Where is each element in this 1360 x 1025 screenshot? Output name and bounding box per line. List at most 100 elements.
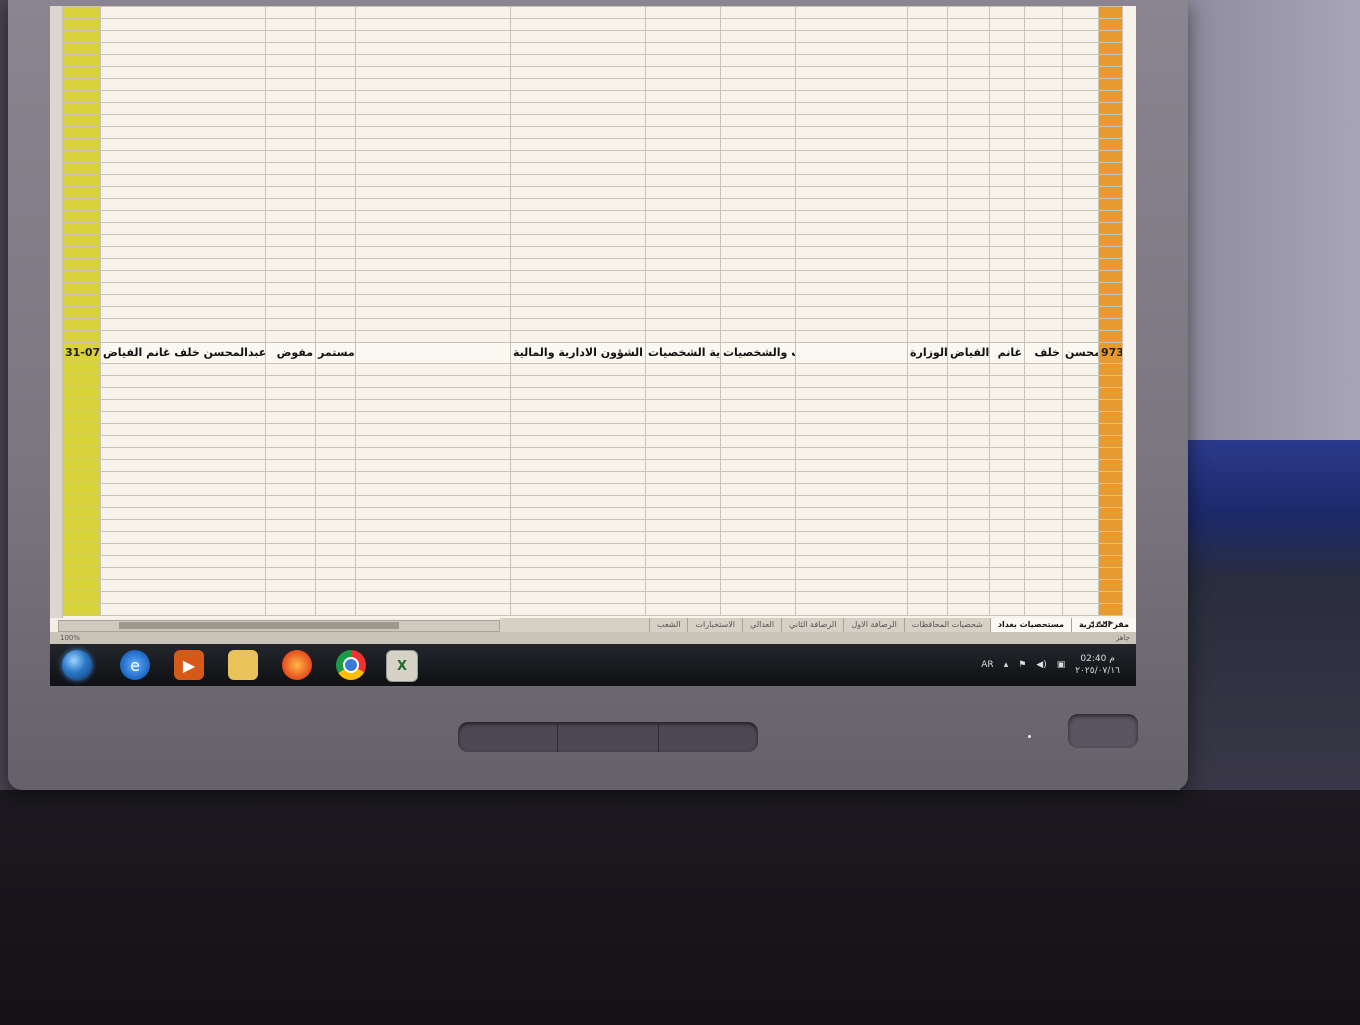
tab-sheet-6[interactable]: العدالي	[742, 618, 781, 632]
table-cell[interactable]	[62, 459, 101, 472]
table-cell[interactable]	[1062, 258, 1099, 271]
table-cell[interactable]	[907, 387, 948, 400]
table-cell[interactable]	[62, 258, 101, 271]
table-cell[interactable]	[907, 18, 948, 31]
table-cell[interactable]	[720, 459, 796, 472]
table-cell[interactable]	[100, 246, 266, 259]
table-cell[interactable]	[947, 126, 990, 139]
table-cell[interactable]	[100, 114, 266, 127]
table-cell[interactable]	[315, 174, 356, 187]
table-cell[interactable]	[100, 423, 266, 436]
table-cell[interactable]	[1024, 519, 1063, 532]
table-cell[interactable]	[1024, 222, 1063, 235]
table-cell[interactable]	[795, 603, 908, 616]
table-cell[interactable]	[62, 495, 101, 508]
table-cell[interactable]	[645, 603, 721, 616]
table-cell[interactable]	[1024, 579, 1063, 592]
chrome-icon[interactable]	[336, 650, 366, 680]
table-row[interactable]	[62, 270, 1123, 283]
table-cell[interactable]	[947, 363, 990, 376]
table-cell[interactable]	[1098, 270, 1123, 283]
table-cell[interactable]	[265, 507, 316, 520]
table-cell[interactable]	[62, 306, 101, 319]
table-cell[interactable]	[100, 90, 266, 103]
table-cell[interactable]	[645, 306, 721, 319]
table-cell[interactable]	[795, 234, 908, 247]
table-cell[interactable]	[265, 603, 316, 616]
table-cell[interactable]	[795, 471, 908, 484]
table-cell[interactable]	[645, 318, 721, 331]
table-cell[interactable]	[100, 330, 266, 343]
table-row[interactable]	[62, 447, 1123, 460]
table-cell[interactable]	[720, 66, 796, 79]
table-cell[interactable]	[720, 555, 796, 568]
table-cell[interactable]	[795, 399, 908, 412]
table-cell[interactable]	[265, 294, 316, 307]
table-cell[interactable]	[795, 282, 908, 295]
cell-surname[interactable]: الفياض	[947, 342, 990, 364]
table-cell[interactable]	[265, 306, 316, 319]
table-cell[interactable]	[947, 399, 990, 412]
table-cell[interactable]	[100, 471, 266, 484]
table-cell[interactable]	[947, 330, 990, 343]
table-row[interactable]	[62, 42, 1123, 55]
table-cell[interactable]	[355, 507, 511, 520]
table-cell[interactable]	[645, 495, 721, 508]
table-cell[interactable]	[989, 507, 1025, 520]
table-cell[interactable]	[1098, 6, 1123, 19]
table-cell[interactable]	[1062, 318, 1099, 331]
table-cell[interactable]	[1098, 258, 1123, 271]
table-cell[interactable]	[720, 90, 796, 103]
table-cell[interactable]	[315, 198, 356, 211]
table-cell[interactable]	[1098, 483, 1123, 496]
table-cell[interactable]	[355, 270, 511, 283]
table-cell[interactable]	[645, 162, 721, 175]
table-cell[interactable]	[1024, 459, 1063, 472]
table-cell[interactable]	[645, 126, 721, 139]
table-cell[interactable]	[315, 567, 356, 580]
table-cell[interactable]	[947, 222, 990, 235]
table-cell[interactable]	[62, 66, 101, 79]
table-cell[interactable]	[907, 495, 948, 508]
table-cell[interactable]	[907, 234, 948, 247]
table-cell[interactable]	[1062, 126, 1099, 139]
table-cell[interactable]	[989, 54, 1025, 67]
table-cell[interactable]	[100, 363, 266, 376]
table-cell[interactable]	[510, 6, 646, 19]
media-player-icon[interactable]: ▶	[174, 650, 204, 680]
table-cell[interactable]	[62, 174, 101, 187]
table-cell[interactable]	[795, 246, 908, 259]
table-cell[interactable]	[265, 174, 316, 187]
table-cell[interactable]	[795, 411, 908, 424]
table-cell[interactable]	[947, 246, 990, 259]
scrollbar-thumb[interactable]	[119, 622, 399, 629]
table-cell[interactable]	[720, 447, 796, 460]
table-cell[interactable]	[947, 306, 990, 319]
table-cell[interactable]	[315, 246, 356, 259]
table-cell[interactable]	[907, 114, 948, 127]
table-row[interactable]	[62, 471, 1123, 484]
table-cell[interactable]	[1024, 174, 1063, 187]
table-cell[interactable]	[795, 54, 908, 67]
table-cell[interactable]	[989, 150, 1025, 163]
table-cell[interactable]	[645, 150, 721, 163]
table-cell[interactable]	[720, 531, 796, 544]
table-cell[interactable]	[62, 363, 101, 376]
table-cell[interactable]	[645, 435, 721, 448]
table-cell[interactable]	[510, 543, 646, 556]
table-cell[interactable]	[1062, 459, 1099, 472]
table-cell[interactable]	[100, 411, 266, 424]
language-indicator[interactable]: AR	[981, 660, 993, 670]
table-cell[interactable]	[355, 318, 511, 331]
table-cell[interactable]	[355, 423, 511, 436]
cell-unit[interactable]	[355, 342, 511, 364]
table-cell[interactable]	[315, 282, 356, 295]
table-cell[interactable]	[510, 363, 646, 376]
table-cell[interactable]	[989, 234, 1025, 247]
table-cell[interactable]	[1024, 30, 1063, 43]
table-cell[interactable]	[1098, 174, 1123, 187]
table-cell[interactable]	[1098, 459, 1123, 472]
table-cell[interactable]	[947, 567, 990, 580]
table-cell[interactable]	[355, 471, 511, 484]
table-cell[interactable]	[989, 603, 1025, 616]
